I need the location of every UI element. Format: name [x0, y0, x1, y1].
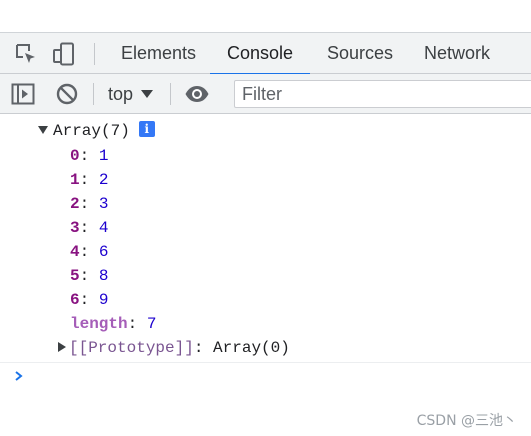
- context-selector[interactable]: top: [100, 80, 161, 108]
- entry-key: 1: [70, 171, 80, 189]
- filter-input[interactable]: [234, 80, 531, 108]
- tab-elements[interactable]: Elements: [104, 33, 213, 74]
- array-entry-row: 6: 9: [70, 291, 109, 309]
- expand-triangle-icon[interactable]: [38, 126, 48, 134]
- entry-key: 2: [70, 195, 80, 213]
- prototype-key: [[Prototype]]: [69, 339, 194, 357]
- array-entry-row: 3: 4: [70, 219, 109, 237]
- info-icon[interactable]: i: [138, 121, 155, 137]
- array-entry-row: 1: 2: [70, 171, 109, 189]
- length-key: length: [70, 315, 128, 333]
- expand-triangle-icon[interactable]: [58, 342, 66, 352]
- toolbar-divider: [170, 83, 171, 105]
- entry-value: 6: [98, 243, 109, 261]
- entry-value: 3: [98, 195, 109, 213]
- tab-console[interactable]: Console: [210, 33, 311, 75]
- array-header-text: Array(7): [53, 122, 130, 140]
- entry-key: 6: [70, 291, 80, 309]
- entry-value: 2: [98, 171, 109, 189]
- clear-console-icon[interactable]: [55, 82, 79, 106]
- tab-network[interactable]: Network: [407, 33, 507, 74]
- device-toolbar-icon[interactable]: [52, 42, 76, 66]
- entry-key: 0: [70, 147, 80, 165]
- length-value: 7: [146, 315, 157, 333]
- prototype-value: Array(0): [213, 339, 290, 357]
- window-top-area: [0, 0, 531, 32]
- prototype-row[interactable]: [[Prototype]]: Array(0): [58, 336, 290, 360]
- chevron-right-icon[interactable]: [12, 366, 26, 386]
- array-header-row[interactable]: Array(7) i: [38, 119, 155, 143]
- length-row: length: 7: [70, 315, 157, 333]
- array-entry-row: 0: 1: [70, 147, 109, 165]
- entry-key: 5: [70, 267, 80, 285]
- prompt-divider: [0, 362, 531, 363]
- tabbar-divider: [94, 43, 95, 65]
- array-entry-row: 5: 8: [70, 267, 109, 285]
- show-sidebar-icon[interactable]: [11, 82, 35, 106]
- entry-value: 4: [98, 219, 109, 237]
- entry-key: 4: [70, 243, 80, 261]
- console-output: Array(7) i 0: 1 1: 2 2: 3 3: 4 4: 6 5: 8 …: [0, 115, 531, 436]
- array-entry-row: 4: 6: [70, 243, 109, 261]
- entry-value: 9: [98, 291, 109, 309]
- entry-key: 3: [70, 219, 80, 237]
- inspect-element-icon[interactable]: [14, 42, 38, 66]
- context-selector-label: top: [108, 83, 134, 104]
- entry-value: 8: [98, 267, 109, 285]
- entry-value: 1: [98, 147, 109, 165]
- toolbar-divider: [93, 83, 94, 105]
- caret-down-icon: [141, 90, 154, 98]
- array-entry-row: 2: 3: [70, 195, 109, 213]
- tab-sources[interactable]: Sources: [310, 33, 410, 74]
- devtools-tabbar: Elements Console Sources Network: [0, 32, 531, 75]
- live-expression-icon[interactable]: [184, 82, 209, 106]
- watermark: CSDN @三池丶: [416, 413, 517, 429]
- console-toolbar: top: [0, 74, 531, 114]
